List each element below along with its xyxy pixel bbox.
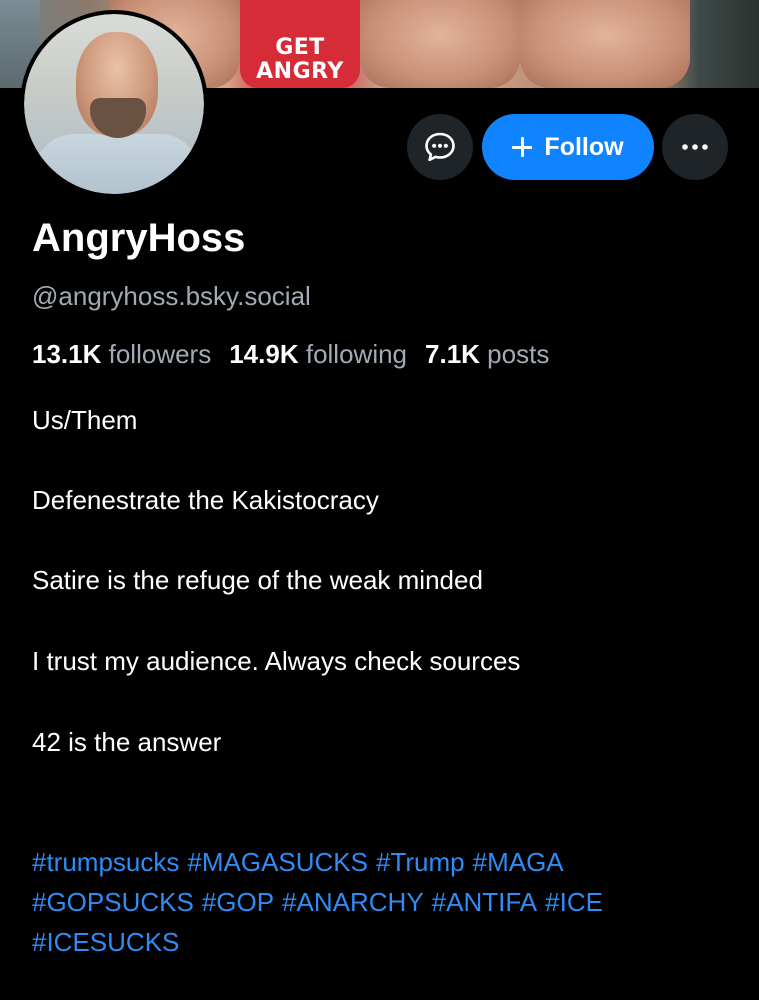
bio-line: 42 is the answer xyxy=(32,727,222,757)
profile-page: GET ANGRY Follow AngryHoss @angryhoss.bs… xyxy=(0,0,759,1000)
message-button[interactable] xyxy=(407,114,473,180)
banner-photo-part xyxy=(520,0,690,88)
hashtag-link[interactable]: #MAGA xyxy=(473,847,564,877)
profile-stats: 13.1K followers 14.9K following 7.1K pos… xyxy=(32,338,549,370)
handle: @angryhoss.bsky.social xyxy=(32,281,311,311)
plus-icon xyxy=(512,137,533,157)
hashtag-line: #ICESUCKS xyxy=(32,922,179,962)
bio-line: Us/Them xyxy=(32,405,138,435)
avatar[interactable] xyxy=(20,10,208,198)
hashtag-link[interactable]: #GOP xyxy=(202,887,274,917)
avatar-photo xyxy=(24,14,204,194)
hashtag-link[interactable]: #ANARCHY xyxy=(282,887,424,917)
ellipsis-icon xyxy=(682,144,708,150)
followers-count: 13.1K xyxy=(32,339,102,369)
hashtag-link[interactable]: #trumpsucks xyxy=(32,847,179,877)
more-options-button[interactable] xyxy=(662,114,728,180)
follow-button-label: Follow xyxy=(544,132,624,161)
following-label: following xyxy=(305,339,408,369)
followers-stat[interactable]: 13.1K followers xyxy=(32,338,211,370)
following-count: 14.9K xyxy=(229,339,299,369)
bio-line: I trust my audience. Always check source… xyxy=(32,646,521,676)
posts-count: 7.1K xyxy=(425,339,480,369)
hashtag-link[interactable]: #ICESUCKS xyxy=(32,927,179,957)
display-name: AngryHoss xyxy=(32,216,246,260)
following-stat[interactable]: 14.9K following xyxy=(229,338,407,370)
posts-stat: 7.1K posts xyxy=(425,338,549,370)
followers-label: followers xyxy=(108,339,212,369)
banner-shirt-text: GET xyxy=(275,35,325,60)
follow-button[interactable]: Follow xyxy=(482,114,654,180)
hashtag-line: #trumpsucks #MAGASUCKS #Trump #MAGA xyxy=(32,842,564,882)
hashtag-link[interactable]: #ICE xyxy=(545,887,603,917)
avatar-photo-part xyxy=(34,134,200,194)
posts-label: posts xyxy=(487,339,550,369)
banner-shirt: GET ANGRY xyxy=(240,0,360,88)
hashtag-link[interactable]: #GOPSUCKS xyxy=(32,887,194,917)
chat-bubble-icon xyxy=(425,132,455,162)
hashtag-line: #GOPSUCKS #GOP #ANARCHY #ANTIFA #ICE xyxy=(32,882,603,922)
hashtag-link[interactable]: #Trump xyxy=(376,847,465,877)
banner-photo-part xyxy=(360,0,520,88)
hashtag-link[interactable]: #ANTIFA xyxy=(432,887,537,917)
bio-line: Satire is the refuge of the weak minded xyxy=(32,565,483,595)
hashtag-link[interactable]: #MAGASUCKS xyxy=(187,847,368,877)
banner-shirt-text: ANGRY xyxy=(256,59,344,84)
bio-line: Defenestrate the Kakistocracy xyxy=(32,485,379,515)
